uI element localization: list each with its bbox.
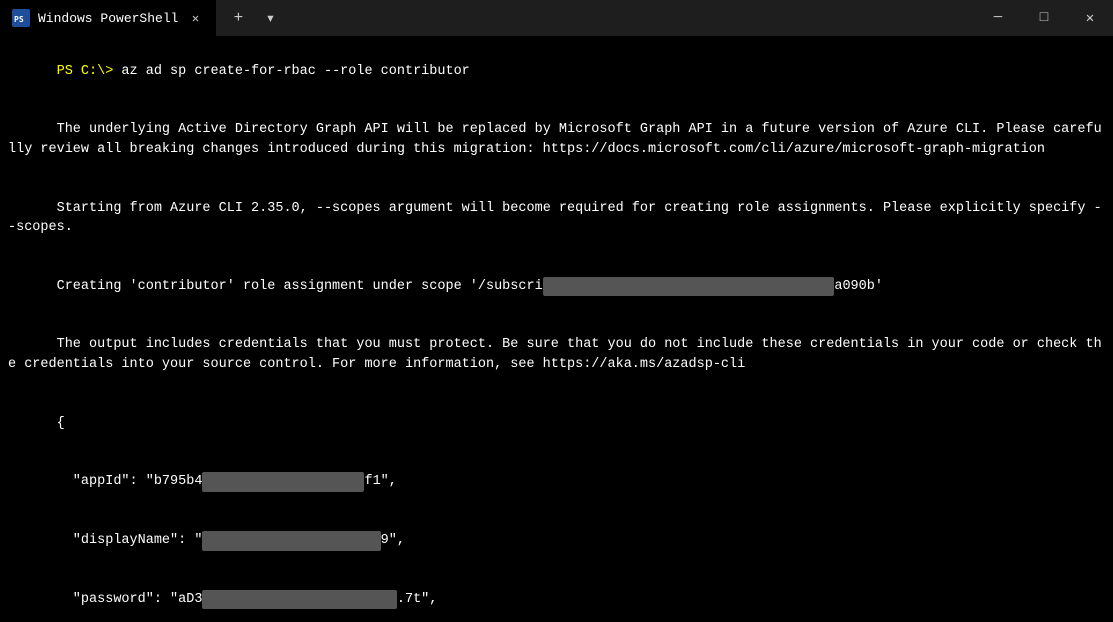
- password-key: "password": "aD3: [57, 592, 203, 607]
- close-button[interactable]: ✕: [1067, 0, 1113, 36]
- output-line-creating: Creating 'contributor' role assignment u…: [8, 257, 1105, 316]
- minimize-button[interactable]: ─: [975, 0, 1021, 36]
- json-displayname-line: "displayName": "██████████████████████9"…: [8, 512, 1105, 571]
- json-password-line: "password": "aD3████████████████████████…: [8, 570, 1105, 622]
- json-open-brace: {: [8, 394, 1105, 453]
- titlebar: PS Windows PowerShell ✕ + ▾ ─ □ ✕: [0, 0, 1113, 36]
- maximize-button[interactable]: □: [1021, 0, 1067, 36]
- add-tab-button[interactable]: +: [224, 4, 252, 32]
- tab-title: Windows PowerShell: [38, 11, 178, 26]
- scopes-text: Starting from Azure CLI 2.35.0, --scopes…: [8, 201, 1102, 236]
- creating-blurred: ████████████████████████████████████: [543, 277, 835, 297]
- displayname-blurred: ██████████████████████: [202, 531, 380, 551]
- json-appid-line: "appId": "b795b4████████████████████f1",: [8, 453, 1105, 512]
- appid-blurred: ████████████████████: [202, 472, 364, 492]
- warning-text: The underlying Active Directory Graph AP…: [8, 122, 1102, 157]
- powershell-icon: PS: [12, 9, 30, 27]
- tab-dropdown-button[interactable]: ▾: [256, 4, 284, 32]
- terminal-output[interactable]: PS C:\> az ad sp create-for-rbac --role …: [0, 36, 1113, 622]
- password-blurred: ████████████████████████: [202, 590, 396, 610]
- window-controls: ─ □ ✕: [975, 0, 1113, 36]
- svg-text:PS: PS: [14, 15, 24, 24]
- command1: az ad sp create-for-rbac --role contribu…: [113, 64, 469, 79]
- appid-key: "appId": "b795b4: [57, 474, 203, 489]
- displayname-end: 9",: [381, 533, 405, 548]
- active-tab[interactable]: PS Windows PowerShell ✕: [0, 0, 216, 36]
- displayname-key: "displayName": ": [57, 533, 203, 548]
- prompt1: PS C:\>: [57, 64, 114, 79]
- tab-close-button[interactable]: ✕: [186, 9, 204, 27]
- output-line-credentials: The output includes credentials that you…: [8, 316, 1105, 394]
- output-line-scopes: Starting from Azure CLI 2.35.0, --scopes…: [8, 179, 1105, 257]
- appid-end: f1",: [364, 474, 396, 489]
- tab-controls: + ▾: [216, 0, 292, 36]
- output-line-warning: The underlying Active Directory Graph AP…: [8, 101, 1105, 179]
- password-end: .7t",: [397, 592, 438, 607]
- credentials-text: The output includes credentials that you…: [8, 337, 1102, 372]
- command-line: PS C:\> az ad sp create-for-rbac --role …: [8, 42, 1105, 101]
- creating-text-end: a090b': [834, 279, 883, 294]
- creating-text-start: Creating 'contributor' role assignment u…: [57, 279, 543, 294]
- window: PS Windows PowerShell ✕ + ▾ ─ □ ✕: [0, 0, 1113, 622]
